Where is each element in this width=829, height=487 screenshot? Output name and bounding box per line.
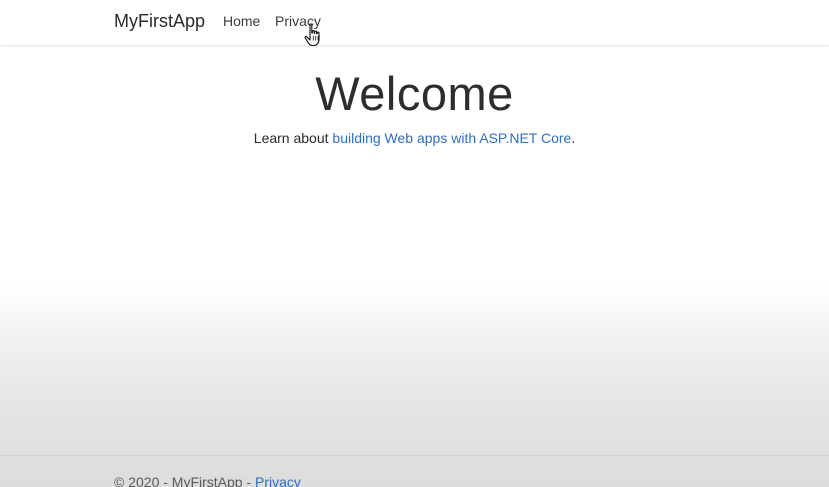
main-content: Welcome Learn about building Web apps wi… [0,62,829,148]
footer-text: © 2020 - MyFirstApp - Privacy [114,474,301,487]
footer: © 2020 - MyFirstApp - Privacy [0,455,829,487]
lead-text: Learn about building Web apps with ASP.N… [0,128,829,148]
brand-link[interactable]: MyFirstApp [114,11,205,32]
page-title: Welcome [315,67,514,120]
navbar: MyFirstApp Home Privacy [0,0,829,47]
lead-prefix: Learn about [253,130,333,146]
nav-link-home[interactable]: Home [223,13,260,29]
hand-pointer-icon [304,23,320,47]
footer-privacy-link[interactable]: Privacy [255,474,301,487]
lead-suffix: . [571,130,576,146]
footer-copyright: © 2020 - MyFirstApp - [114,474,256,487]
docs-link[interactable]: building Web apps with ASP.NET Core [332,130,571,146]
